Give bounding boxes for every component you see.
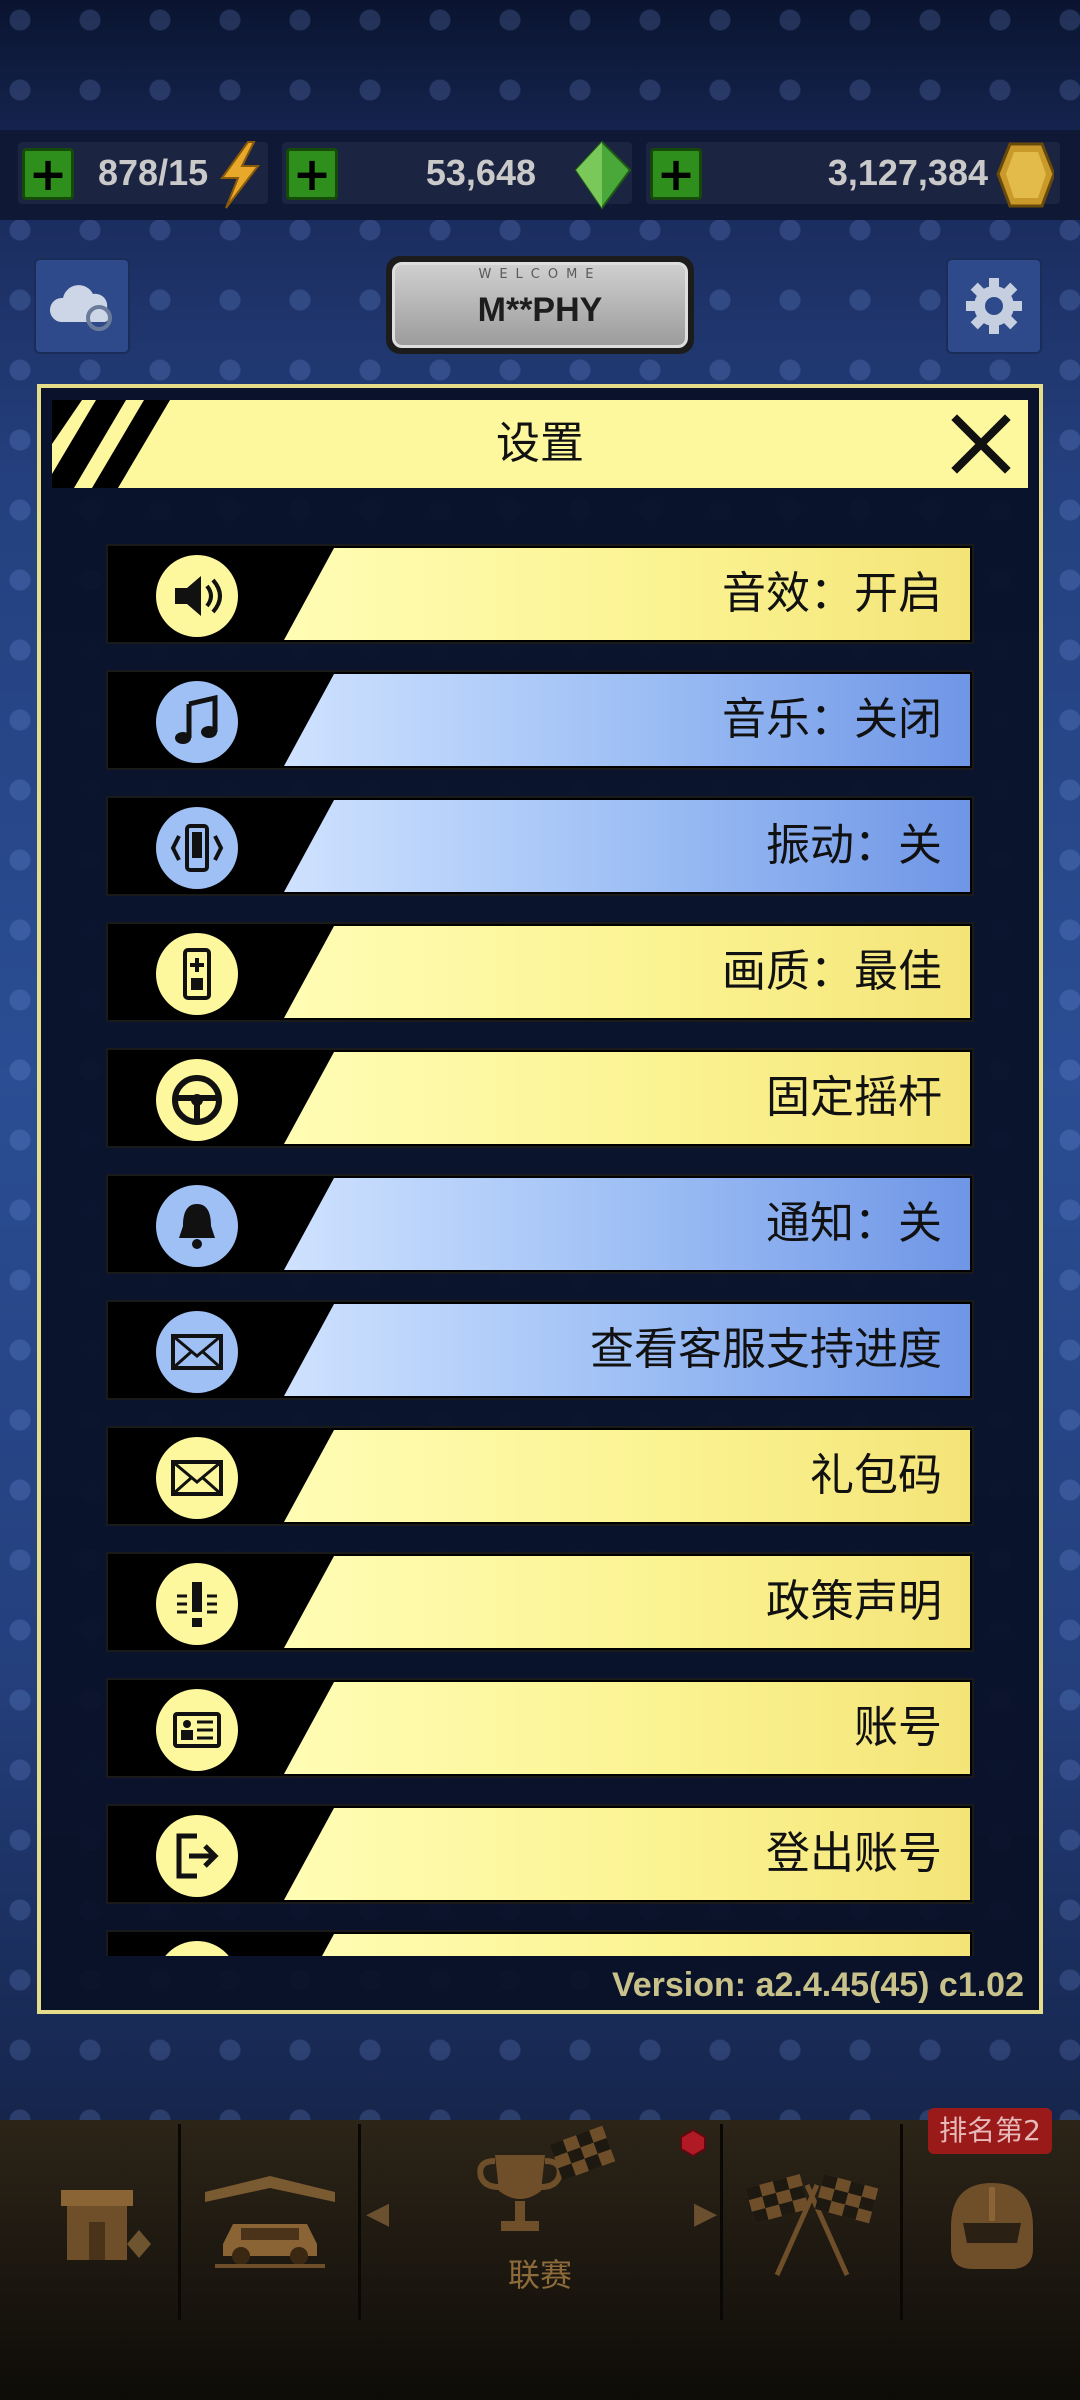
coins-currency: + 3,127,384 bbox=[646, 142, 1060, 208]
setting-vibration[interactable]: 振动：关 bbox=[106, 796, 974, 896]
logout-icon bbox=[156, 1815, 238, 1897]
welcome-plate: WELCOME M**PHY bbox=[386, 256, 694, 354]
setting-label: 通知：关 bbox=[766, 1198, 942, 1249]
setting-logout[interactable]: 登出账号 bbox=[106, 1804, 974, 1904]
setting-label: 音效：开启 bbox=[722, 568, 942, 619]
setting-notifications[interactable]: 通知：关 bbox=[106, 1174, 974, 1274]
setting-label: 礼包码 bbox=[810, 1450, 942, 1501]
cloud-sync-icon bbox=[49, 285, 112, 331]
shop-icon bbox=[61, 2190, 151, 2260]
setting-label: 固定摇杆 bbox=[766, 1072, 942, 1123]
nav-right-arrow-icon[interactable]: ▶ bbox=[694, 2196, 717, 2231]
nav-left-arrow-icon[interactable]: ◀ bbox=[366, 2196, 389, 2231]
rank-badge: 排名第2 bbox=[928, 2108, 1052, 2154]
helmet-icon bbox=[951, 2183, 1033, 2269]
setting-label: 查看客服支持进度 bbox=[590, 1324, 942, 1375]
settings-title: 设置 bbox=[496, 418, 584, 469]
nav-ranking[interactable] bbox=[904, 2130, 1080, 2320]
close-button[interactable] bbox=[944, 408, 1018, 480]
gem-icon bbox=[574, 140, 632, 210]
gear-icon bbox=[966, 278, 1022, 334]
nav-shop[interactable] bbox=[20, 2130, 178, 2320]
setting-label: 登出账号 bbox=[766, 1828, 942, 1879]
nav-divider bbox=[178, 2124, 181, 2320]
setting-label: 账号 bbox=[854, 1702, 942, 1753]
setting-label: 政策声明 bbox=[766, 1576, 942, 1627]
trophy-icon bbox=[477, 2125, 616, 2231]
gems-currency: + 53,648 bbox=[282, 140, 632, 210]
player-name: M**PHY bbox=[477, 291, 603, 329]
setting-partial-row[interactable] bbox=[106, 1930, 974, 1956]
coin-icon bbox=[996, 142, 1054, 208]
setting-policy[interactable]: 政策声明 bbox=[106, 1552, 974, 1652]
checkered-flags-icon bbox=[745, 2174, 879, 2277]
mail-icon bbox=[156, 1437, 238, 1519]
version-text: Version: a2.4.45(45) c1.02 bbox=[611, 1966, 1024, 2004]
coins-value: 3,127,384 bbox=[827, 152, 988, 193]
music-note-icon bbox=[156, 681, 238, 763]
settings-list: 音效：开启 音乐：关闭 振动：关 画质：最佳 固定摇杆 通知：关 查看客服支持进… bbox=[100, 538, 980, 1956]
add-coins-button[interactable]: + bbox=[650, 148, 702, 200]
energy-currency: + 878/15 bbox=[18, 141, 268, 209]
garage-icon bbox=[205, 2176, 335, 2268]
partial-icon bbox=[156, 1941, 238, 1956]
nav-races[interactable] bbox=[724, 2130, 900, 2320]
add-energy-button[interactable]: + bbox=[22, 148, 74, 200]
setting-music[interactable]: 音乐：关闭 bbox=[106, 670, 974, 770]
bell-icon bbox=[156, 1185, 238, 1267]
vibration-icon bbox=[156, 807, 238, 889]
settings-button[interactable] bbox=[946, 258, 1042, 354]
setting-account[interactable]: 账号 bbox=[106, 1678, 974, 1778]
setting-graphics-quality[interactable]: 画质：最佳 bbox=[106, 922, 974, 1022]
gems-value: 53,648 bbox=[425, 152, 536, 193]
energy-value: 878/15 bbox=[98, 152, 209, 193]
id-card-icon bbox=[156, 1689, 238, 1771]
nav-divider bbox=[900, 2124, 903, 2320]
exclamation-icon bbox=[156, 1563, 238, 1645]
graphics-quality-icon bbox=[156, 933, 238, 1015]
nav-league-label: 联赛 bbox=[507, 2256, 572, 2294]
mail-icon bbox=[156, 1311, 238, 1393]
settings-title-bar: 设置 bbox=[52, 400, 1028, 488]
nav-garage[interactable] bbox=[182, 2130, 358, 2320]
nav-league[interactable] bbox=[440, 2120, 640, 2250]
setting-sound-effects[interactable]: 音效：开启 bbox=[106, 544, 974, 644]
setting-label: 振动：关 bbox=[766, 820, 942, 871]
setting-gift-code[interactable]: 礼包码 bbox=[106, 1426, 974, 1526]
nav-divider bbox=[720, 2124, 723, 2320]
add-gems-button[interactable]: + bbox=[286, 148, 338, 200]
speaker-icon bbox=[156, 555, 238, 637]
welcome-text: WELCOME bbox=[478, 267, 602, 282]
setting-label: 画质：最佳 bbox=[722, 946, 942, 997]
close-icon bbox=[951, 414, 1011, 474]
setting-support-progress[interactable]: 查看客服支持进度 bbox=[106, 1300, 974, 1400]
lightning-icon bbox=[220, 141, 261, 209]
notification-dot-icon bbox=[680, 2128, 706, 2158]
cloud-sync-button[interactable] bbox=[34, 258, 130, 354]
setting-fixed-joystick[interactable]: 固定摇杆 bbox=[106, 1048, 974, 1148]
steering-wheel-icon bbox=[156, 1059, 238, 1141]
nav-divider bbox=[358, 2124, 361, 2320]
setting-label: 音乐：关闭 bbox=[722, 694, 942, 745]
